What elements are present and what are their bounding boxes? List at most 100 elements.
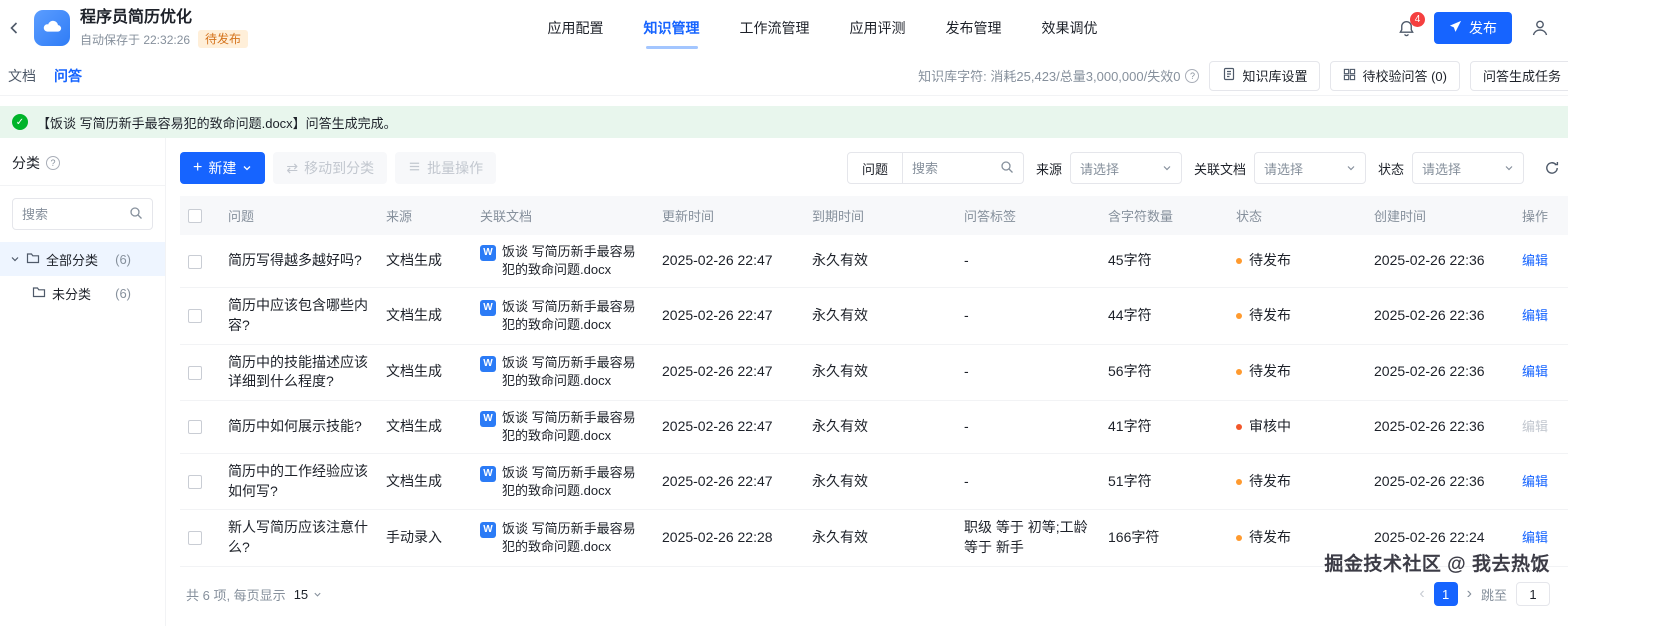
current-page-button[interactable]: 1 — [1433, 582, 1458, 606]
status-cell: 审核中 — [1228, 400, 1366, 455]
tab-documents[interactable]: 文档 — [8, 66, 36, 86]
page-size-select[interactable]: 15 — [294, 587, 322, 602]
source-filter-select[interactable]: 请选择 — [1069, 152, 1182, 184]
category-item-uncategorized[interactable]: 未分类 (6) — [0, 276, 165, 310]
chars-cell: 41字符 — [1100, 400, 1228, 455]
col-created: 创建时间 — [1366, 196, 1514, 235]
status-filter-select[interactable]: 请选择 — [1412, 152, 1524, 184]
jump-page-input[interactable] — [1516, 582, 1550, 606]
edit-button[interactable]: 编辑 — [1522, 419, 1548, 434]
doc-name[interactable]: 饭谈 写简历新手最容易犯的致命问题.docx — [502, 464, 646, 500]
doc-filter-select[interactable]: 请选择 — [1253, 152, 1366, 184]
nav-tab-knowledge-management[interactable]: 知识管理 — [642, 12, 702, 44]
nav-tab-workflow[interactable]: 工作流管理 — [738, 12, 812, 44]
expire-cell: 永久有效 — [804, 400, 956, 455]
question-cell: 简历中如何展示技能? — [220, 400, 378, 455]
category-search[interactable] — [12, 198, 153, 230]
edit-button[interactable]: 编辑 — [1522, 474, 1548, 489]
question-cell: 简历中的技能描述应该详细到什么程度? — [220, 344, 378, 401]
pending-verify-button[interactable]: 待校验问答 (0) — [1330, 60, 1460, 91]
prev-page-button[interactable]: ‹ — [1419, 586, 1424, 602]
updated-cell: 2025-02-26 22:28 — [654, 509, 804, 567]
status-cell: 待发布 — [1228, 287, 1366, 345]
question-cell: 简历中的工作经验应该如何写? — [220, 453, 378, 511]
batch-actions-button[interactable]: 批量操作 — [395, 152, 497, 184]
jump-label: 跳至 — [1480, 587, 1507, 603]
chevron-down-icon — [1163, 166, 1171, 171]
chevron-down-icon[interactable] — [10, 252, 20, 267]
chars-cell: 51字符 — [1100, 453, 1228, 511]
row-checkbox[interactable] — [188, 254, 202, 269]
question-search-group: 问题 — [846, 152, 1024, 184]
tags-cell: - — [956, 400, 1100, 455]
row-checkbox[interactable] — [188, 309, 202, 324]
quota-info-icon[interactable]: ? — [1185, 68, 1200, 83]
user-icon[interactable] — [1530, 18, 1550, 38]
category-label: 未分类 — [52, 286, 92, 302]
chars-cell: 44字符 — [1100, 287, 1228, 345]
question-search-input[interactable] — [911, 160, 994, 176]
move-to-category-button[interactable]: ⇄ 移动到分类 — [273, 152, 388, 184]
category-item-all[interactable]: 全部分类 (6) — [0, 242, 165, 276]
row-checkbox[interactable] — [188, 365, 202, 380]
doc-name[interactable]: 饭谈 写简历新手最容易犯的致命问题.docx — [502, 409, 646, 445]
next-page-button[interactable]: › — [1467, 586, 1472, 602]
edit-button[interactable]: 编辑 — [1522, 364, 1548, 379]
kb-settings-button[interactable]: 知识库设置 — [1209, 60, 1321, 91]
notification-bell-icon[interactable]: 4 — [1397, 11, 1425, 38]
page-title: 程序员简历优化 — [80, 8, 193, 26]
source-filter-label: 来源 — [1035, 161, 1062, 177]
publish-button[interactable]: 发布 — [1434, 12, 1512, 44]
category-help-icon[interactable]: ? — [46, 156, 60, 170]
status-filter-label: 状态 — [1377, 161, 1404, 177]
col-status: 状态 — [1228, 196, 1366, 235]
edit-button[interactable]: 编辑 — [1522, 308, 1548, 323]
tags-cell: 职级 等于 初等;工龄 等于 新手 — [956, 509, 1100, 567]
document-icon — [1222, 67, 1236, 84]
word-doc-icon: W — [480, 299, 496, 316]
table-row: 简历中如何展示技能? 文档生成 W 饭谈 写简历新手最容易犯的致命问题.docx … — [180, 400, 1568, 455]
expire-cell: 永久有效 — [804, 235, 956, 289]
header-actions: 4 发布 — [1397, 11, 1554, 44]
row-checkbox[interactable] — [188, 475, 202, 490]
question-search-box[interactable] — [903, 153, 1023, 183]
doc-name[interactable]: 饭谈 写简历新手最容易犯的致命问题.docx — [502, 520, 646, 556]
row-checkbox[interactable] — [188, 420, 202, 435]
chevron-down-icon — [314, 592, 321, 597]
status-dot — [1236, 369, 1242, 376]
edit-button[interactable]: 编辑 — [1522, 530, 1548, 545]
nav-tab-app-config[interactable]: 应用配置 — [546, 12, 606, 44]
qa-generate-task-button[interactable]: 问答生成任务 — [1469, 60, 1568, 91]
doc-name[interactable]: 饭谈 写简历新手最容易犯的致命问题.docx — [502, 243, 646, 279]
row-checkbox[interactable] — [188, 531, 202, 546]
question-cell: 简历写得越多越好吗? — [220, 235, 378, 289]
status-text: 待发布 — [1249, 363, 1291, 380]
nav-tab-release[interactable]: 发布管理 — [944, 12, 1004, 44]
knowledge-base-app: 程序员简历优化 自动保存于 22:32:26 待发布 应用配置 知识管理 工作流… — [0, 0, 1568, 626]
new-button[interactable]: + 新建 — [180, 152, 266, 184]
knowledge-subnav: 文档 问答 知识库字符: 消耗25,423/总量3,000,000/失效0 ? … — [0, 56, 1568, 96]
search-category-select[interactable]: 问题 — [848, 153, 903, 183]
category-count: (6) — [115, 251, 131, 267]
status-dot — [1236, 534, 1242, 541]
category-search-input[interactable] — [22, 206, 123, 222]
refresh-button[interactable] — [1536, 152, 1568, 184]
select-all-checkbox[interactable] — [188, 209, 202, 224]
created-cell: 2025-02-26 22:36 — [1366, 344, 1514, 401]
status-text: 审核中 — [1249, 418, 1291, 435]
app-logo — [34, 10, 70, 46]
search-icon[interactable] — [1000, 160, 1014, 177]
qa-toolbar: + 新建 ⇄ 移动到分类 批量操作 问题 搜索 来源 请选择 关联文档 请选择 … — [180, 152, 1568, 184]
send-icon — [1449, 20, 1462, 36]
doc-name[interactable]: 饭谈 写简历新手最容易犯的致命问题.docx — [502, 298, 646, 334]
word-doc-icon: W — [480, 410, 496, 427]
nav-tab-app-eval[interactable]: 应用评测 — [848, 12, 908, 44]
edit-button[interactable]: 编辑 — [1522, 253, 1548, 268]
tab-qa[interactable]: 问答 — [54, 66, 82, 86]
chevron-down-icon — [243, 166, 251, 171]
back-icon[interactable] — [4, 18, 24, 38]
updated-cell: 2025-02-26 22:47 — [654, 453, 804, 511]
search-icon — [129, 206, 143, 223]
doc-name[interactable]: 饭谈 写简历新手最容易犯的致命问题.docx — [502, 354, 646, 390]
nav-tab-tuning[interactable]: 效果调优 — [1040, 12, 1100, 44]
